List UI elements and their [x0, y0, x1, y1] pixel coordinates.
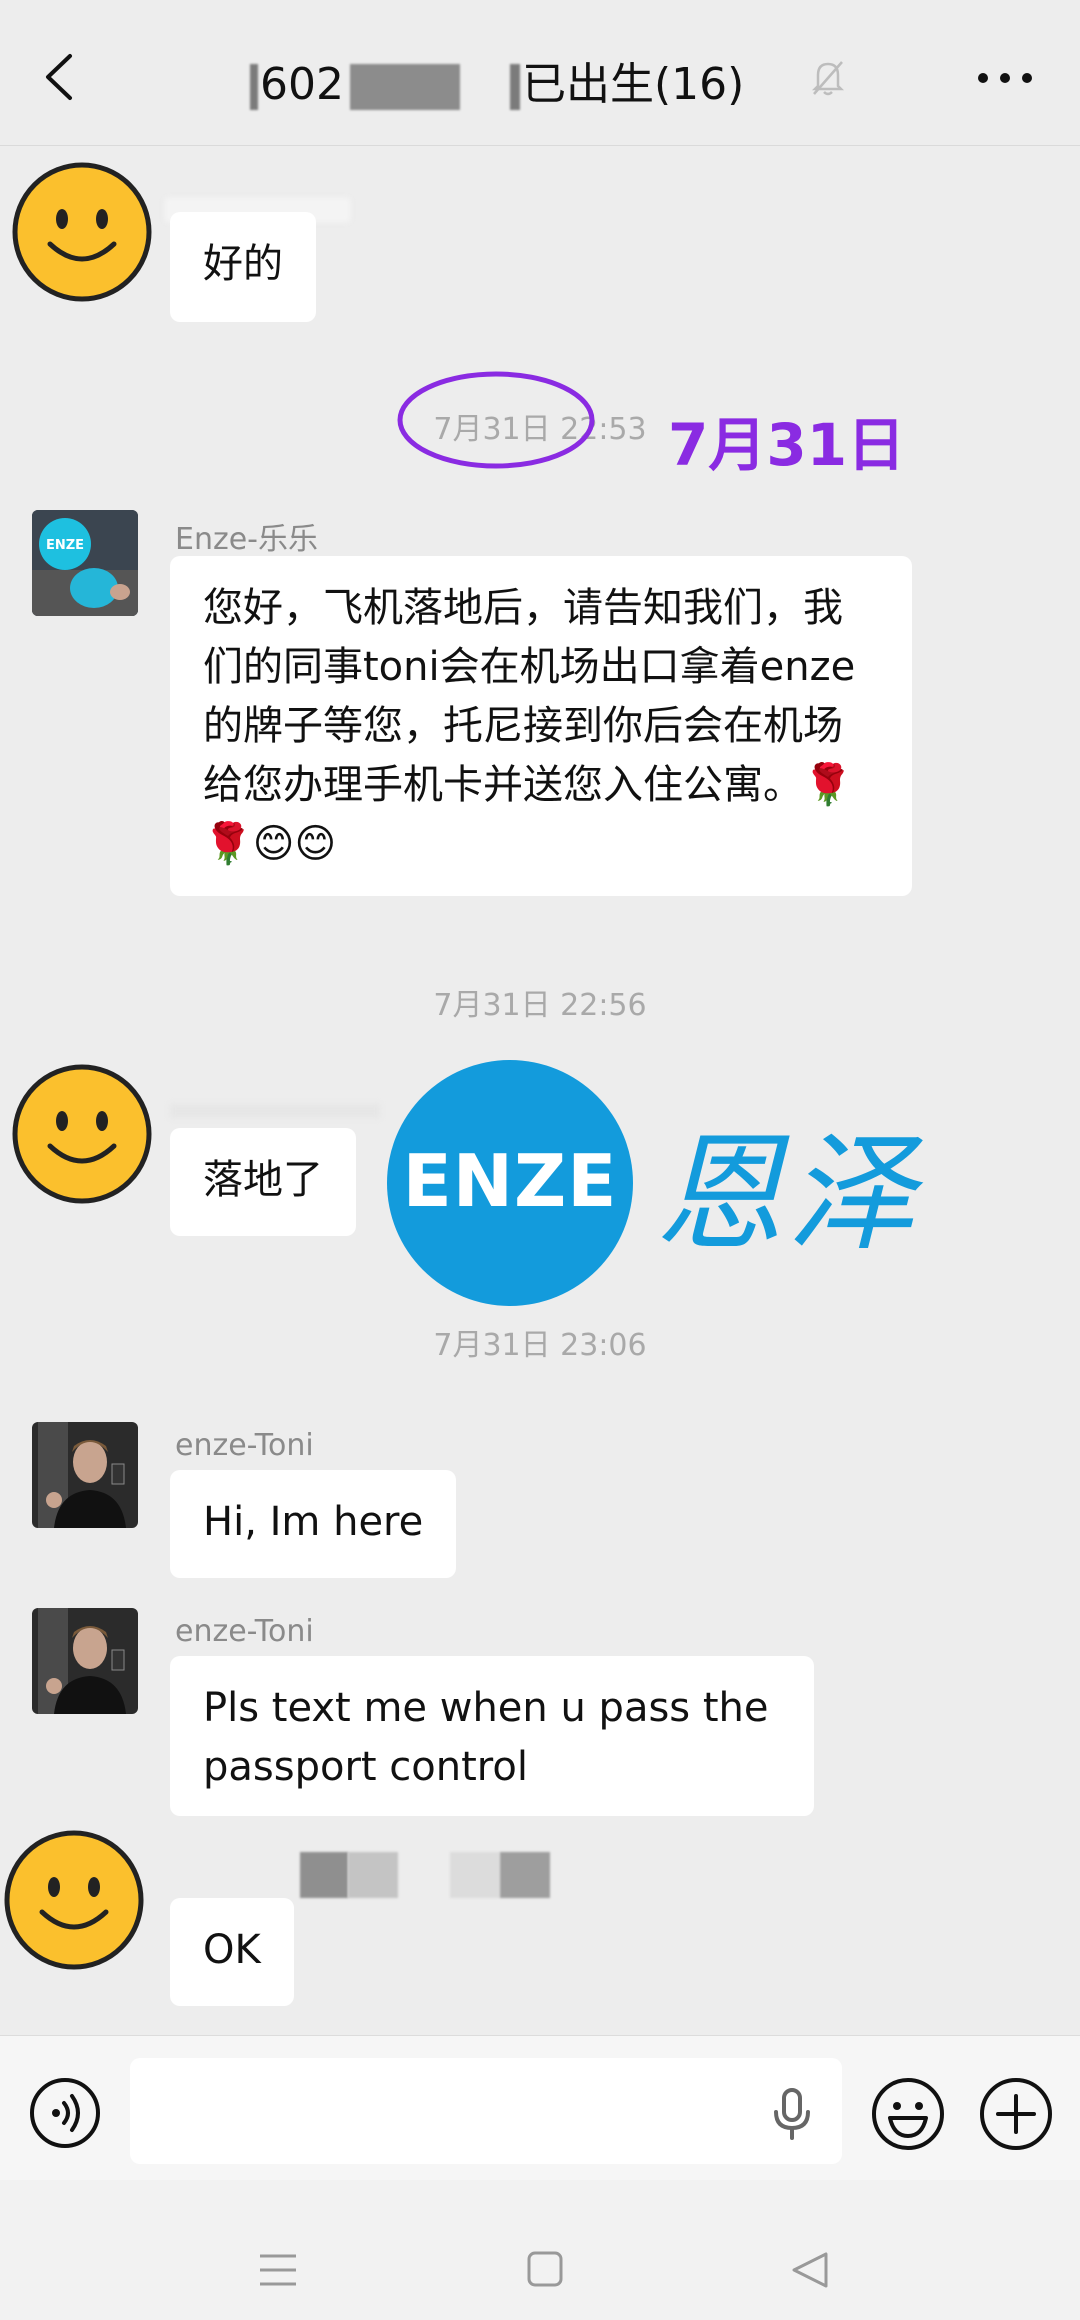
- smiley-avatar[interactable]: [4, 1830, 144, 1970]
- sender-name: Enze-乐乐: [175, 522, 318, 557]
- enze-watermark-logo: ENZE: [387, 1060, 633, 1306]
- plus-more-icon[interactable]: [978, 2076, 1054, 2152]
- message-bubble[interactable]: 好的: [170, 212, 316, 322]
- smiley-avatar[interactable]: [12, 162, 152, 302]
- sender-avatar[interactable]: [32, 1422, 138, 1528]
- home-nav-icon[interactable]: [526, 2250, 564, 2288]
- toni-photo-image: [32, 1422, 138, 1528]
- sender-avatar[interactable]: ENZE: [32, 510, 138, 616]
- date-annotation: 7月31日: [668, 411, 906, 479]
- blurred-sender-name: [300, 1852, 550, 1898]
- message-bubble[interactable]: 您好，飞机落地后，请告知我们，我们的同事toni会在机场出口拿着enze的牌子等…: [170, 556, 912, 896]
- mute-bell-icon: [811, 61, 845, 96]
- message-bubble[interactable]: 落地了: [170, 1128, 356, 1236]
- timestamp: 7月31日 23:06: [433, 1328, 647, 1363]
- message-bubble[interactable]: OK: [170, 1898, 294, 2006]
- avatar-badge-text: ENZE: [46, 538, 84, 553]
- message-bubble[interactable]: Pls text me when u pass the passport con…: [170, 1656, 814, 1816]
- logo-text: ENZE: [403, 1139, 618, 1223]
- system-nav-bar: [0, 2180, 1080, 2320]
- timestamp: 7月31日 22:56: [433, 988, 647, 1023]
- back-nav-icon[interactable]: [790, 2250, 830, 2290]
- message-bubble[interactable]: Hi, Im here: [170, 1470, 457, 1578]
- chat-header: 602 已出生(16): [0, 0, 1080, 146]
- microphone-icon[interactable]: [770, 2088, 814, 2140]
- title-suffix: 已出生(16): [521, 59, 745, 110]
- annotation-ellipse: [397, 371, 595, 469]
- smiley-avatar[interactable]: [12, 1064, 152, 1204]
- emoji-icon[interactable]: [870, 2076, 946, 2152]
- sender-name: enze-Toni: [175, 1614, 314, 1649]
- sender-name: enze-Toni: [175, 1428, 314, 1463]
- avatar-photo-image: ENZE: [32, 510, 138, 616]
- sender-avatar[interactable]: [32, 1608, 138, 1714]
- message-input[interactable]: [130, 2058, 842, 2164]
- enze-chinese-logo: 恩泽: [655, 1120, 920, 1269]
- toni-photo-image: [32, 1608, 138, 1714]
- blurred-sender-name: [170, 1104, 380, 1118]
- more-options-icon[interactable]: [975, 70, 1035, 86]
- title-prefix: 602: [260, 59, 344, 110]
- voice-mode-icon[interactable]: [28, 2076, 102, 2150]
- menu-nav-icon[interactable]: [258, 2252, 298, 2288]
- back-icon[interactable]: [40, 52, 80, 102]
- chat-title: 602 已出生(16): [250, 48, 744, 112]
